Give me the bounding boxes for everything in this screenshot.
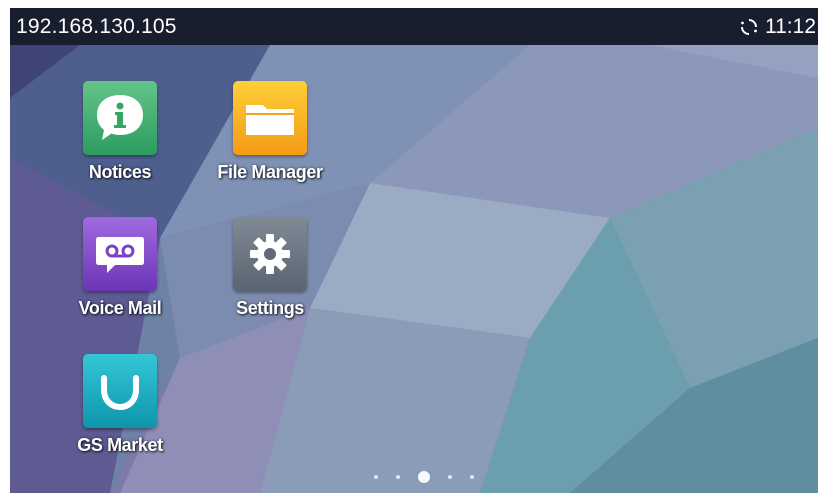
app-gs-market[interactable]: GS Market — [55, 354, 185, 456]
status-bar: 192.168.130.105 11:12 — [10, 8, 818, 45]
page-dot-current[interactable] — [418, 471, 430, 483]
app-label: File Manager — [217, 162, 323, 182]
app-voice-mail[interactable]: Voice Mail — [55, 217, 185, 319]
page-dot[interactable] — [396, 475, 400, 479]
page-dot[interactable] — [374, 475, 378, 479]
page-indicator — [354, 470, 494, 484]
home-screen: 192.168.130.105 11:12 Notices File Manag… — [10, 8, 818, 493]
app-settings[interactable]: Settings — [205, 217, 335, 319]
app-label: Notices — [88, 162, 152, 182]
clock: 11:12 — [765, 15, 816, 38]
status-right-group: 11:12 — [739, 15, 816, 39]
page-dot[interactable] — [470, 475, 474, 479]
page-dot[interactable] — [448, 475, 452, 479]
voicemail-icon — [83, 217, 157, 291]
app-label: Voice Mail — [78, 298, 162, 318]
market-icon — [83, 354, 157, 428]
ip-address: 192.168.130.105 — [16, 15, 177, 38]
info-icon — [83, 81, 157, 155]
folder-icon — [233, 81, 307, 155]
app-file-manager[interactable]: File Manager — [205, 81, 335, 183]
app-label: GS Market — [77, 435, 163, 455]
app-label: Settings — [236, 298, 304, 318]
app-notices[interactable]: Notices — [55, 81, 185, 183]
gear-icon — [233, 217, 307, 291]
sync-icon — [741, 19, 757, 35]
